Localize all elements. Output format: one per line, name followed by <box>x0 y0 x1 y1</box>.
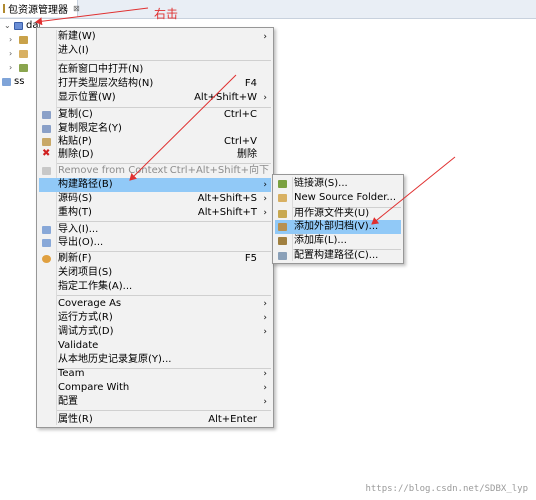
annotation-arrows <box>35 7 456 225</box>
watermark: https://blog.csdn.net/SDBX_lyp <box>365 484 528 494</box>
arrow-to-project <box>35 7 149 26</box>
arrow-to-build-path <box>129 74 237 181</box>
arrow-to-external-archives <box>371 156 456 225</box>
